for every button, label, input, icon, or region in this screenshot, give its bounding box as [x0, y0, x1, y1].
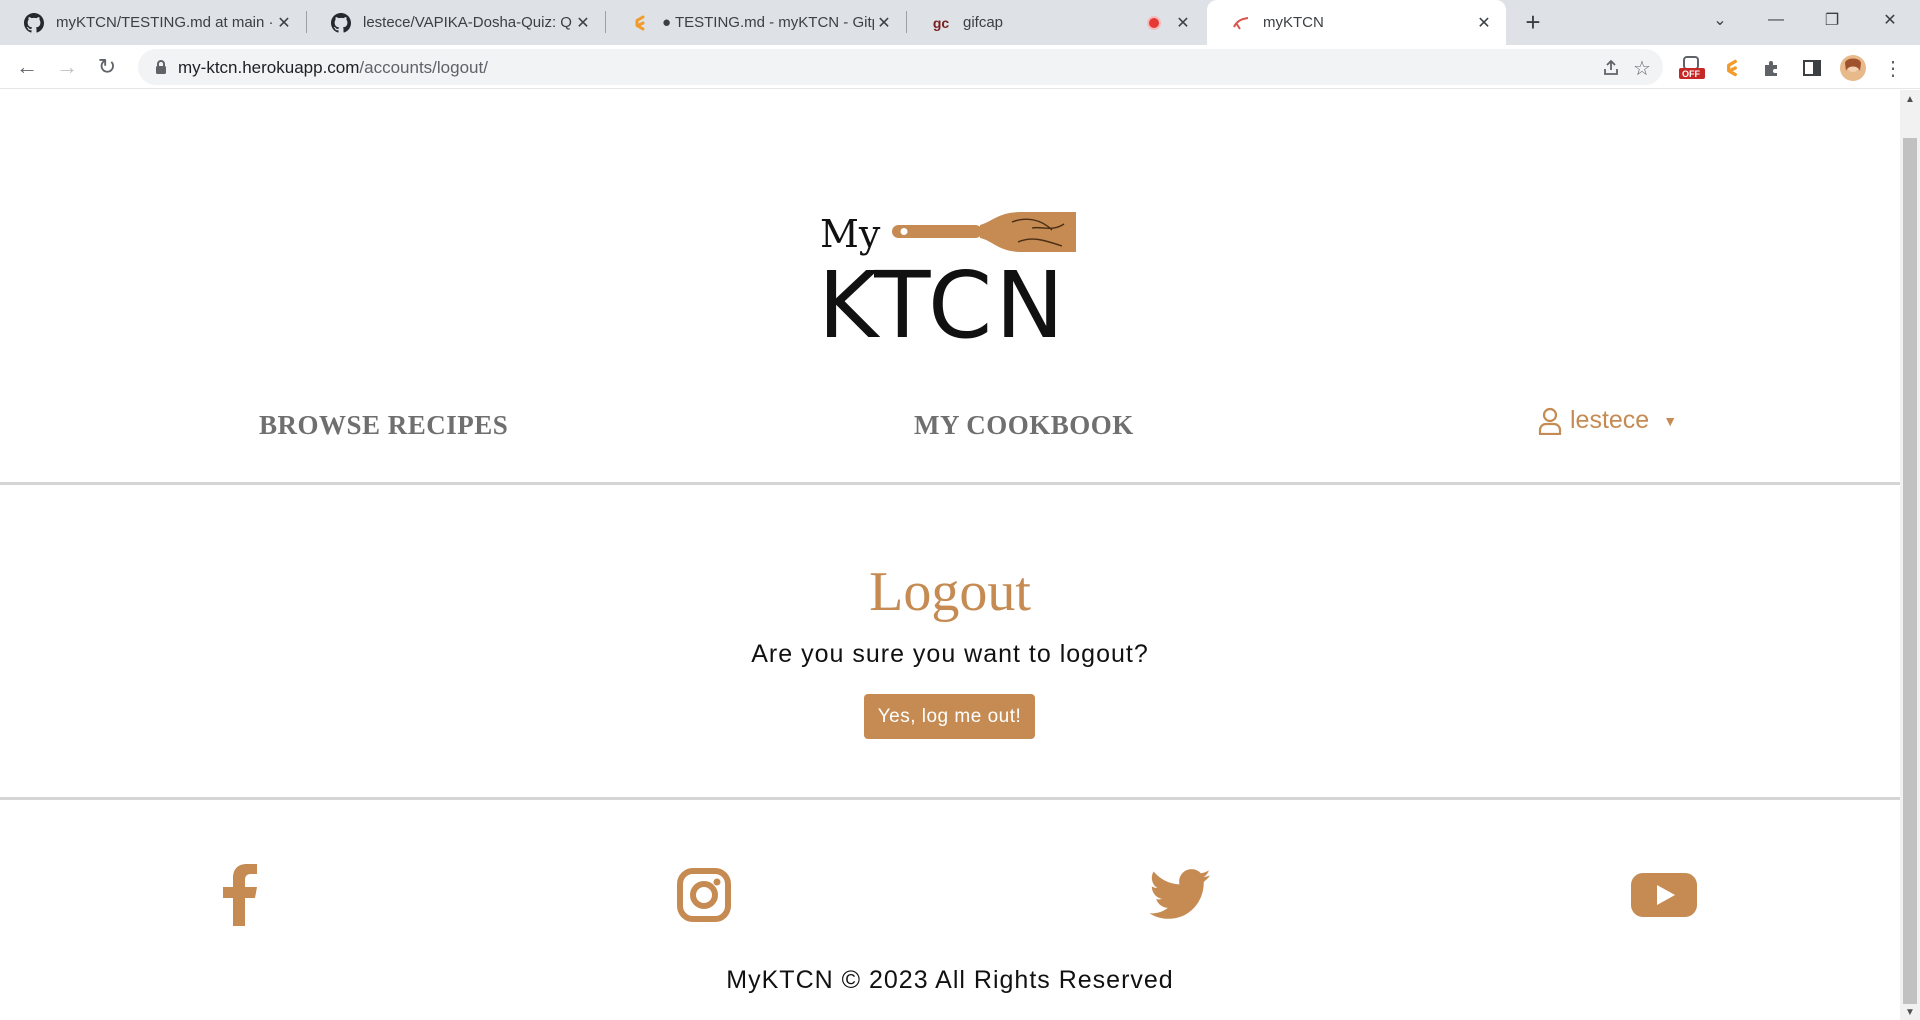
facebook-icon[interactable] — [204, 860, 274, 930]
gitpod-extension-icon[interactable] — [1719, 55, 1745, 81]
url-path: /accounts/logout/ — [359, 58, 488, 77]
profile-avatar[interactable] — [1840, 55, 1866, 81]
gitpod-icon — [630, 13, 650, 33]
logo-ktcn-text: KTCN — [818, 252, 1068, 359]
browser-toolbar: ← → ↻ my-ktcn.herokuapp.com/accounts/log… — [0, 45, 1920, 89]
tab-title: myKTCN — [1263, 14, 1324, 31]
footer-copyright: MyKTCN © 2023 All Rights Reserved — [726, 966, 1174, 994]
browser-menu-icon[interactable]: ⋮ — [1880, 55, 1906, 81]
gifcap-icon: gc — [932, 14, 950, 31]
tab-close-icon[interactable]: ✕ — [274, 13, 294, 33]
caret-down-icon: ▼ — [1663, 412, 1678, 429]
url-text: my-ktcn.herokuapp.com/accounts/logout/ — [178, 58, 488, 78]
user-icon — [1538, 407, 1562, 435]
logo-my-text: My — [820, 212, 881, 256]
browser-tab[interactable]: ● TESTING.md - myKTCN - Gitpod ✕ — [606, 0, 906, 45]
browser-tab-active[interactable]: myKTCN ✕ — [1207, 0, 1506, 45]
logout-question: Are you sure you want to logout? — [751, 640, 1149, 668]
reload-button[interactable]: ↻ — [92, 52, 122, 82]
address-bar[interactable]: my-ktcn.herokuapp.com/accounts/logout/ ☆ — [138, 49, 1663, 85]
wooden-spoon-icon — [892, 212, 1076, 252]
minimize-button[interactable]: — — [1748, 0, 1804, 40]
browser-tab[interactable]: gc gifcap ✕ — [907, 0, 1205, 45]
nav-my-cookbook[interactable]: MY COOKBOOK — [914, 410, 1134, 441]
lock-icon[interactable] — [152, 58, 170, 76]
forward-button[interactable]: → — [52, 52, 82, 82]
browser-tab[interactable]: myKTCN/TESTING.md at main · le ✕ — [0, 0, 306, 45]
extension-off-icon[interactable]: OFF — [1679, 55, 1705, 81]
github-icon — [331, 12, 351, 33]
share-icon[interactable] — [1600, 57, 1622, 79]
tab-title: gifcap — [963, 14, 1004, 31]
scroll-down-icon[interactable]: ▼ — [1905, 1007, 1915, 1018]
username: lestece — [1570, 406, 1650, 434]
site-logo[interactable]: My KTCN — [818, 150, 1078, 352]
side-panel-icon[interactable] — [1799, 55, 1825, 81]
browser-tab-strip: myKTCN/TESTING.md at main · le ✕ lestece… — [0, 0, 1920, 45]
tab-search-button[interactable]: ⌄ — [1692, 0, 1748, 40]
logout-title: Logout — [869, 561, 1031, 623]
recording-icon — [1147, 15, 1161, 30]
page-scrollbar[interactable]: ▲ ▼ — [1900, 90, 1920, 1020]
tab-close-icon[interactable]: ✕ — [1474, 13, 1494, 33]
tab-title: ● TESTING.md - myKTCN - Gitpod — [662, 14, 874, 31]
ktcn-icon — [1231, 13, 1251, 33]
main-nav: BROWSE RECIPES MY COOKBOOK lestece ▼ — [0, 406, 1900, 470]
new-tab-button[interactable]: + — [1518, 7, 1548, 37]
tab-title: myKTCN/TESTING.md at main · le — [56, 14, 274, 31]
web-page: My KTCN BROWSE RECIPES MY COOKBOOK leste… — [0, 90, 1900, 1020]
tab-close-icon[interactable]: ✕ — [573, 13, 593, 33]
extension-badge: OFF — [1682, 69, 1700, 79]
browser-tab[interactable]: lestece/VAPIKA-Dosha-Quiz: Quiz ✕ — [307, 0, 605, 45]
restore-button[interactable]: ❐ — [1804, 0, 1860, 40]
twitter-icon[interactable] — [1146, 860, 1216, 930]
nav-browse-recipes[interactable]: BROWSE RECIPES — [259, 410, 508, 441]
back-button[interactable]: ← — [12, 52, 42, 82]
close-window-button[interactable]: ✕ — [1862, 0, 1918, 40]
url-host: my-ktcn.herokuapp.com — [178, 58, 360, 77]
tab-close-icon[interactable]: ✕ — [1173, 13, 1193, 33]
footer-divider — [0, 797, 1900, 800]
scroll-up-icon[interactable]: ▲ — [1905, 94, 1915, 105]
tab-close-icon[interactable]: ✕ — [874, 13, 894, 33]
confirm-logout-button[interactable]: Yes, log me out! — [864, 694, 1035, 739]
header-divider — [0, 482, 1900, 485]
extensions-puzzle-icon[interactable] — [1759, 55, 1785, 81]
instagram-icon[interactable] — [669, 860, 739, 930]
user-dropdown[interactable]: lestece ▼ — [1538, 406, 1677, 435]
github-icon — [24, 12, 44, 33]
youtube-icon[interactable] — [1629, 860, 1699, 930]
tab-title: lestece/VAPIKA-Dosha-Quiz: Quiz — [363, 14, 573, 31]
bookmark-star-icon[interactable]: ☆ — [1631, 57, 1653, 80]
scrollbar-thumb[interactable] — [1903, 138, 1917, 1004]
